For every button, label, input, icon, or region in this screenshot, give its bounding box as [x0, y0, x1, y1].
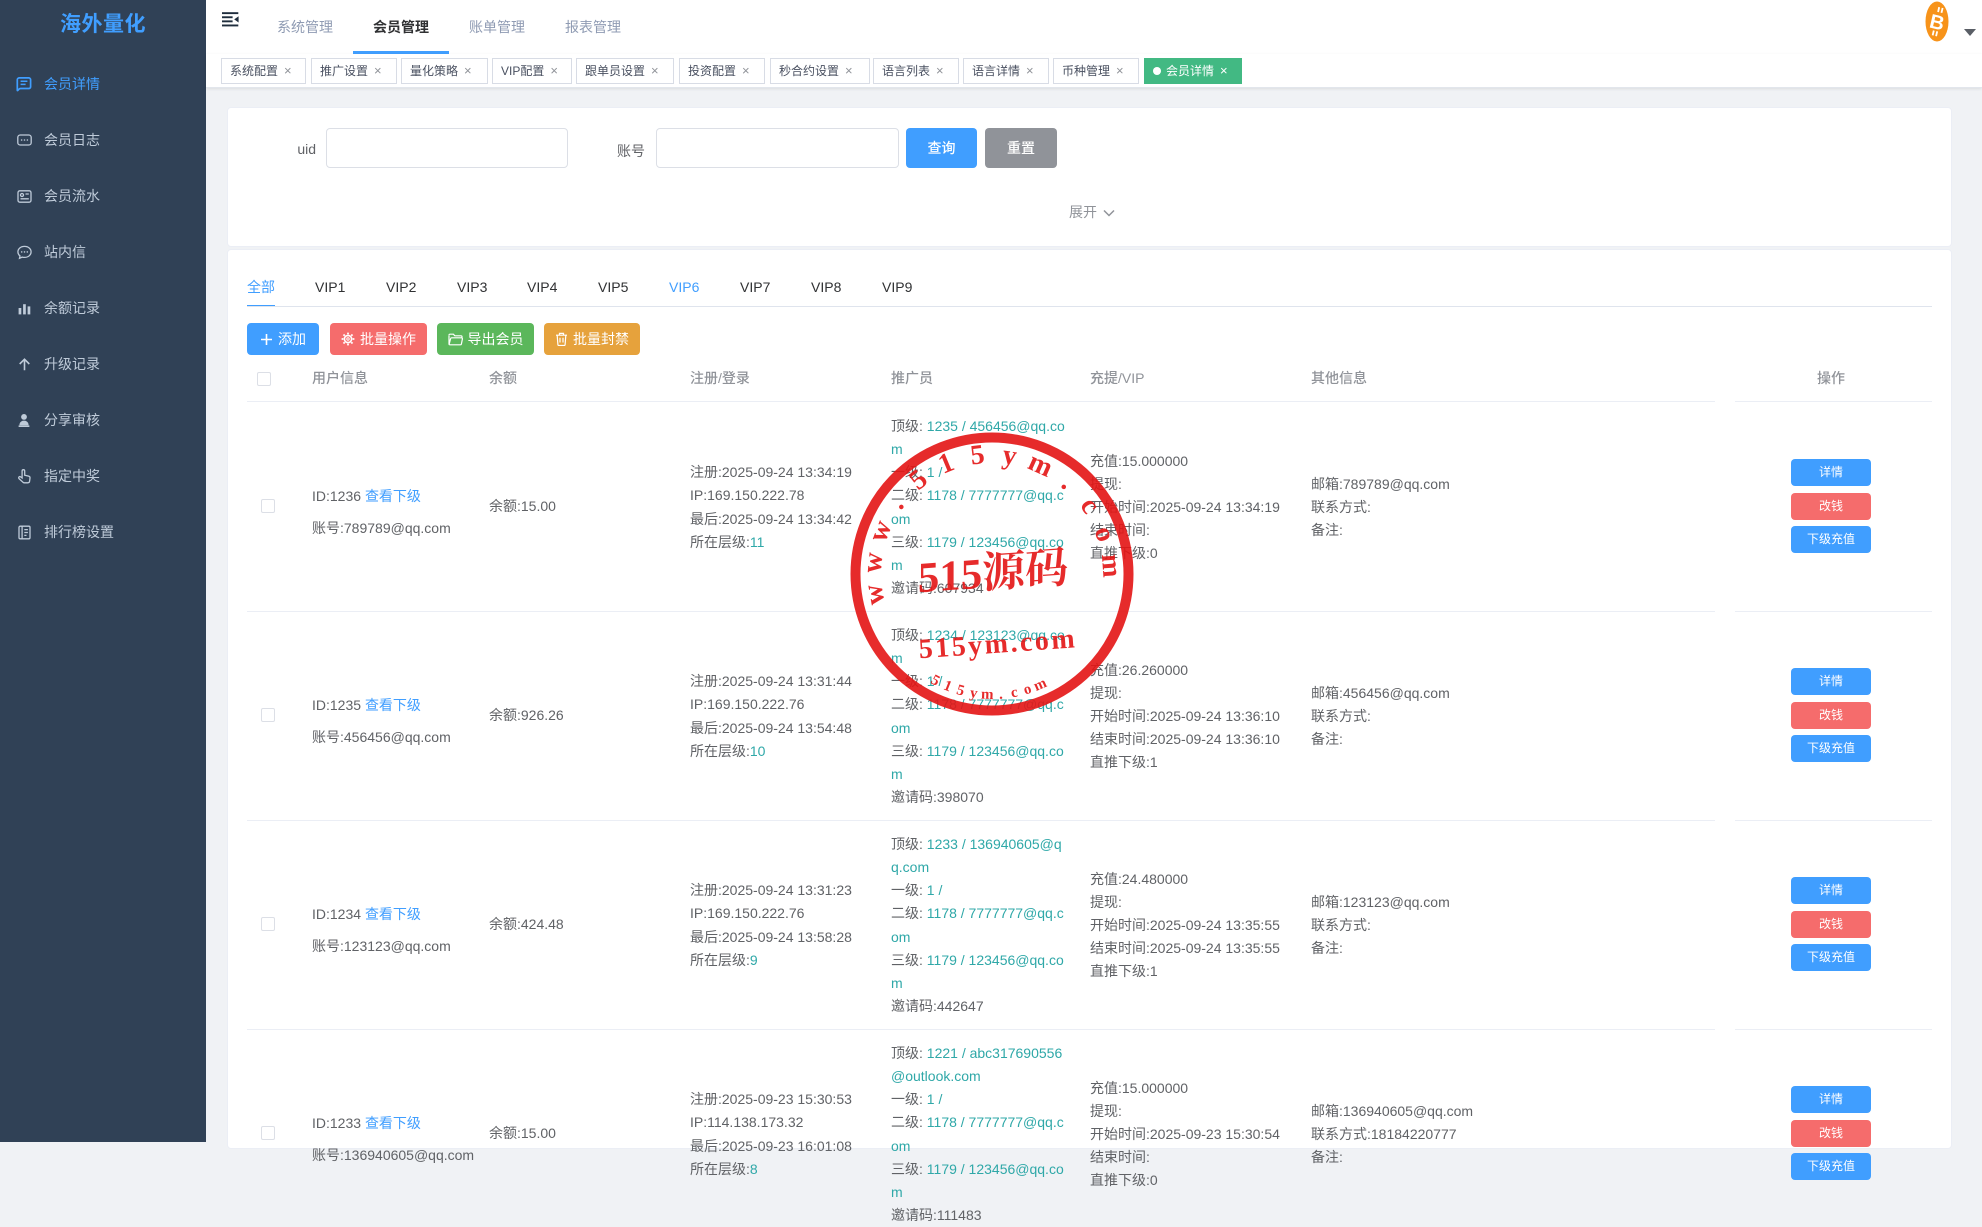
svg-text:w: w	[862, 515, 898, 546]
svg-text:.: .	[998, 687, 1003, 703]
svg-text:515源码: 515源码	[918, 545, 1068, 603]
svg-text:o: o	[1022, 681, 1034, 698]
svg-text:5: 5	[928, 672, 942, 690]
svg-text:515ym.com: 515ym.com	[918, 623, 1078, 665]
svg-text:y: y	[969, 685, 979, 702]
svg-text:o: o	[1088, 522, 1122, 546]
svg-text:5: 5	[955, 682, 966, 699]
svg-text:c: c	[1010, 684, 1020, 701]
svg-text:m: m	[981, 687, 995, 703]
svg-text:w: w	[857, 550, 890, 574]
svg-text:w: w	[857, 581, 891, 607]
svg-text:1: 1	[941, 678, 954, 696]
svg-text:5: 5	[903, 463, 933, 496]
svg-text:.: .	[881, 491, 910, 515]
svg-text:y: y	[1000, 439, 1018, 472]
svg-text:5: 5	[969, 439, 987, 471]
svg-text:c: c	[1074, 491, 1107, 519]
svg-text:m: m	[1095, 553, 1128, 578]
svg-text:m: m	[1031, 675, 1049, 695]
svg-text:1: 1	[934, 447, 959, 481]
svg-text:.: .	[1055, 468, 1080, 496]
